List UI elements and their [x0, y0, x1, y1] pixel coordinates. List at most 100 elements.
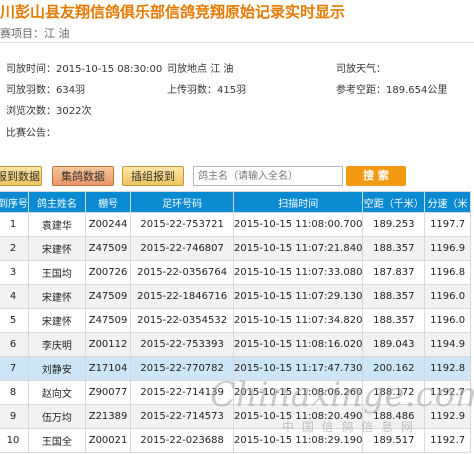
- cell-distance: 189.253: [362, 212, 426, 237]
- cell-scan-time: 2015-10-15 11:07:29.130: [232, 284, 364, 309]
- insert-group-button[interactable]: 插组报到: [122, 166, 184, 186]
- cell-ring: 2015-22-746807: [130, 236, 234, 261]
- table-row[interactable]: 5 宋建怀 Z47509 2015-22-0354532 2015-10-15 11:0…: [0, 308, 471, 333]
- cell-distance: 188.357: [362, 236, 426, 261]
- cell-owner: 王国均: [28, 260, 86, 285]
- cell-speed: 1192.7: [424, 428, 471, 453]
- cell-owner: 宋建怀: [28, 308, 86, 333]
- cell-scan-time: 2015-10-15 11:07:34.820: [232, 308, 364, 333]
- reference-distance-label: 参考空距：: [336, 85, 386, 96]
- release-place-label: 司放地点: [167, 64, 207, 75]
- release-feather-count: 司放羽数：634羽: [6, 81, 85, 96]
- cell-rank: 7: [0, 356, 29, 381]
- col-rank[interactable]: 到序号: [0, 191, 29, 213]
- cell-rank: 9: [0, 404, 29, 429]
- cell-speed: 1196.0: [424, 284, 471, 309]
- cell-owner: 赵向文: [28, 380, 86, 405]
- cell-loft: Z00021: [84, 428, 132, 453]
- cell-owner: 宋建怀: [28, 284, 86, 309]
- col-owner[interactable]: 鸽主姓名: [28, 191, 86, 213]
- cell-rank: 5: [0, 308, 29, 333]
- cell-ring: 2015-22-753721: [130, 212, 234, 237]
- release-time-value: 2015-10-15 08:30:00: [56, 64, 163, 75]
- cell-distance: 187.837: [362, 260, 426, 285]
- cell-speed: 1196.0: [424, 308, 471, 333]
- view-count-value: 3022次: [56, 106, 92, 117]
- cell-ring: 2015-22-023688: [130, 428, 234, 453]
- cell-distance: 188.357: [362, 308, 426, 333]
- site-watermark-subtext: 中 国 信 鸽 信 息 网: [282, 420, 415, 434]
- cell-owner: 伍万均: [28, 404, 86, 429]
- cell-rank: 10: [0, 428, 29, 453]
- cell-scan-time: 2015-10-15 11:08:00.700: [232, 212, 364, 237]
- race-notice-label: 比赛公告：: [6, 128, 56, 139]
- cell-rank: 1: [0, 212, 29, 237]
- release-weather-label: 司放天气：: [336, 64, 386, 75]
- cell-owner: 刘静安: [28, 356, 86, 381]
- cell-loft: Z00726: [84, 260, 132, 285]
- cell-loft: Z90077: [84, 380, 132, 405]
- owner-search-input[interactable]: [193, 166, 343, 186]
- search-button[interactable]: 搜 索: [346, 166, 406, 186]
- cell-rank: 3: [0, 260, 29, 285]
- cell-speed: 1194.9: [424, 332, 471, 357]
- cell-rank: 2: [0, 236, 29, 261]
- col-loft[interactable]: 棚号: [84, 191, 132, 213]
- race-project-label: 赛项目：: [0, 27, 44, 40]
- upload-count: 上传羽数：415羽: [167, 81, 246, 96]
- upload-count-label: 上传羽数：: [167, 85, 217, 96]
- cell-speed: 1197.7: [424, 212, 471, 237]
- col-speed[interactable]: 分速（米: [424, 191, 471, 213]
- arrival-data-button[interactable]: 报到数据: [0, 166, 42, 186]
- table-row[interactable]: 2 宋建怀 Z47509 2015-22-746807 2015-10-15 11:07…: [0, 236, 471, 261]
- cell-scan-time: 2015-10-15 11:08:16.020: [232, 332, 364, 357]
- cell-distance: 189.043: [362, 332, 426, 357]
- cell-owner: 袁建华: [28, 212, 86, 237]
- cell-owner: 宋建怀: [28, 236, 86, 261]
- reference-distance-value: 189.654公里: [386, 85, 448, 96]
- cell-rank: 4: [0, 284, 29, 309]
- col-ring[interactable]: 足环号码: [130, 191, 234, 213]
- table-row[interactable]: 3 王国均 Z00726 2015-22-0356764 2015-10-15 11:0…: [0, 260, 471, 285]
- table-row[interactable]: 6 李庆明 Z00112 2015-22-753393 2015-10-15 11:08…: [0, 332, 471, 357]
- col-distance[interactable]: 空距（千米）: [362, 191, 426, 213]
- header-divider: [0, 42, 474, 43]
- cell-ring: 2015-22-1846716: [130, 284, 234, 309]
- view-count: 浏览次数：3022次: [6, 102, 91, 117]
- page-title: 川彭山县友翔信鸽俱乐部信鸽竞翔原始记录实时显示: [0, 3, 346, 21]
- cell-scan-time: 2015-10-15 11:07:33.080: [232, 260, 364, 285]
- table-row[interactable]: 1 袁建华 Z00244 2015-22-753721 2015-10-15 11:08…: [0, 212, 471, 237]
- race-project: 赛项目：江 油: [0, 25, 70, 41]
- group-data-button[interactable]: 集鸽数据: [52, 166, 114, 186]
- cell-loft: Z21389: [84, 404, 132, 429]
- upload-count-value: 415羽: [217, 85, 247, 96]
- cell-owner: 李庆明: [28, 332, 86, 357]
- table-row[interactable]: 4 宋建怀 Z47509 2015-22-1846716 2015-10-15 11:0…: [0, 284, 471, 309]
- cell-ring: 2015-22-753393: [130, 332, 234, 357]
- release-place: 司放地点 江 油: [167, 60, 233, 75]
- reference-distance: 参考空距：189.654公里: [336, 81, 447, 96]
- cell-scan-time: 2015-10-15 11:07:21.840: [232, 236, 364, 261]
- cell-speed: 1196.9: [424, 236, 471, 261]
- cell-loft: Z00244: [84, 212, 132, 237]
- race-notice: 比赛公告：: [6, 124, 56, 139]
- cell-rank: 8: [0, 380, 29, 405]
- cell-owner: 王国全: [28, 428, 86, 453]
- release-time: 司放时间：2015-10-15 08:30:00: [6, 60, 162, 75]
- cell-loft: Z47509: [84, 236, 132, 261]
- race-project-value: 江 油: [44, 27, 70, 40]
- feather-count-value: 634羽: [56, 85, 86, 96]
- release-place-value: 江 油: [210, 64, 234, 75]
- feather-count-label: 司放羽数：: [6, 85, 56, 96]
- cell-ring: 2015-22-0354532: [130, 308, 234, 333]
- cell-loft: Z47509: [84, 284, 132, 309]
- cell-loft: Z17104: [84, 356, 132, 381]
- table-header-row: 到序号 鸽主姓名 棚号 足环号码 扫描时间 空距（千米） 分速（米: [0, 191, 471, 213]
- col-scan-time[interactable]: 扫描时间: [232, 191, 364, 213]
- release-weather: 司放天气：: [336, 60, 386, 75]
- cell-distance: 188.357: [362, 284, 426, 309]
- release-time-label: 司放时间：: [6, 64, 56, 75]
- view-count-label: 浏览次数：: [6, 106, 56, 117]
- cell-rank: 6: [0, 332, 29, 357]
- cell-loft: Z00112: [84, 332, 132, 357]
